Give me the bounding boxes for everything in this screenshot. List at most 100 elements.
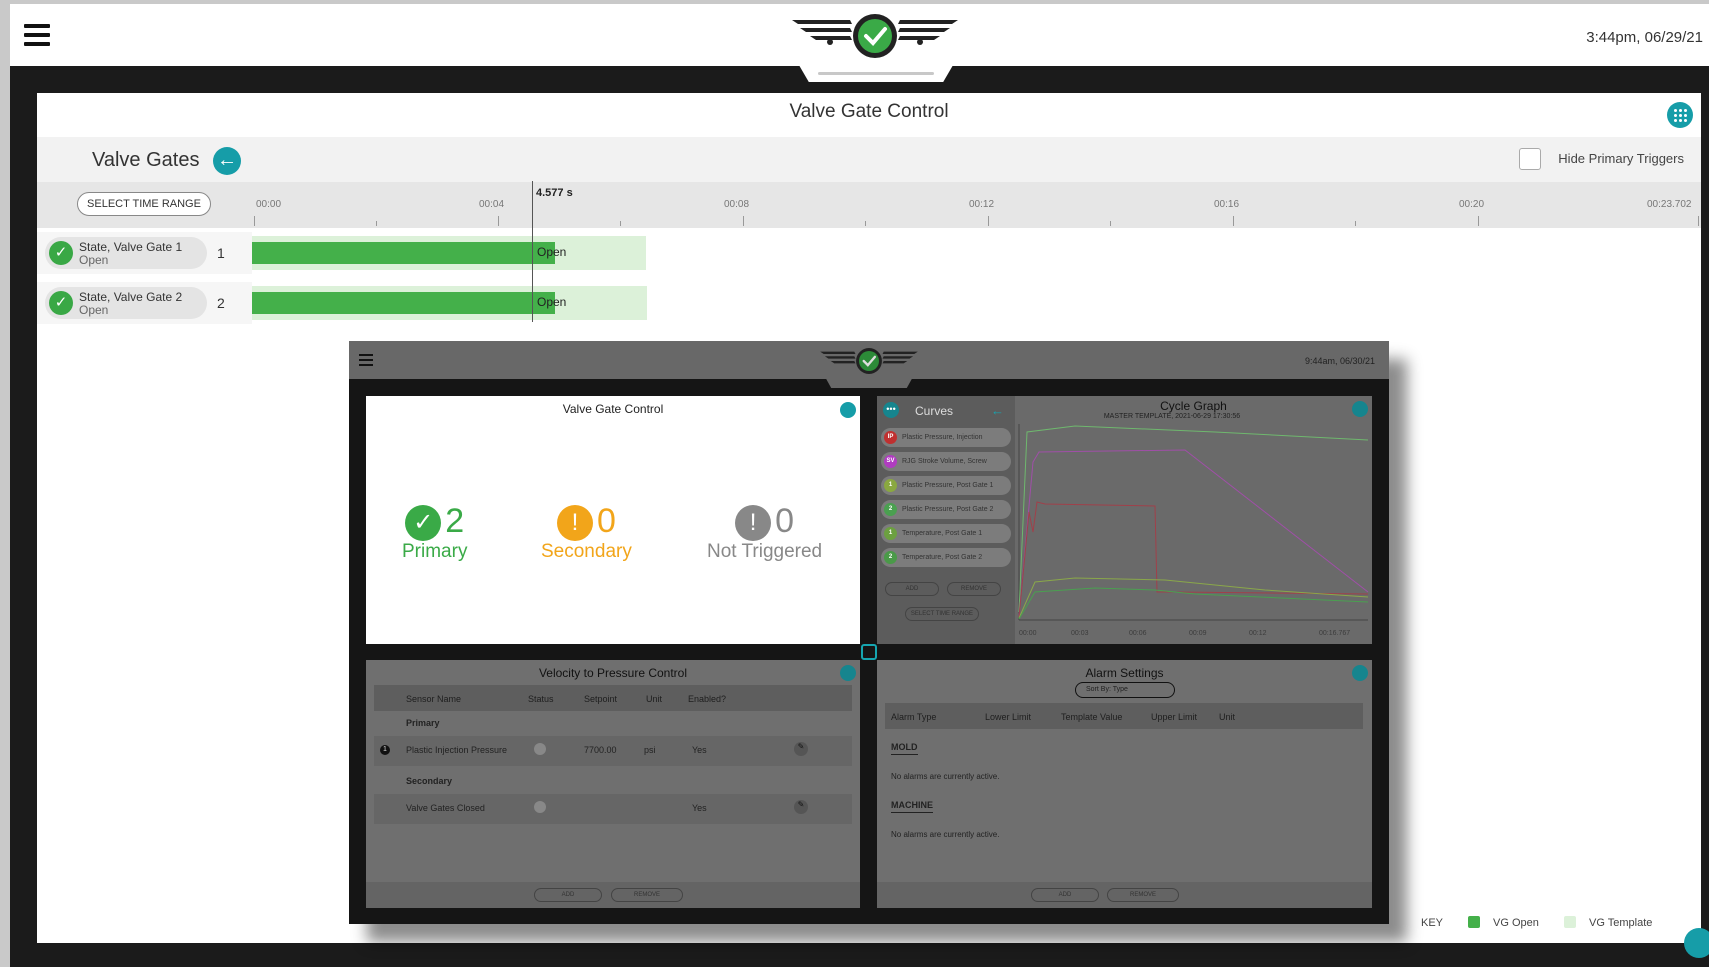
grid-menu-icon[interactable] (1352, 665, 1368, 681)
table-row[interactable]: 1 Plastic Injection Pressure 7700.00 psi… (374, 736, 852, 766)
open-bar[interactable] (252, 242, 555, 264)
tick-label: 00:12 (969, 199, 995, 210)
curve-item[interactable]: 1 Plastic Pressure, Post Gate 1 (881, 476, 1011, 495)
not-triggered-stat: ! 0 Not Triggered (707, 502, 823, 563)
cursor-time-label: 4.577 s (536, 187, 573, 199)
gate-number: 1 (217, 245, 225, 261)
group-label: Primary (406, 718, 440, 728)
info-icon: 1 (380, 745, 390, 755)
card-footer: ADD REMOVE (366, 882, 860, 908)
table-header: Alarm Type Lower Limit Template Value Up… (885, 703, 1363, 729)
time-cursor[interactable] (532, 181, 533, 322)
card-title: Valve Gate Control (562, 402, 664, 416)
gate-chip[interactable]: ✓ State, Valve Gate 2 Open (45, 287, 207, 319)
cycle-graph-plot (1018, 424, 1369, 621)
empty-message: No alarms are currently active. (891, 772, 1000, 781)
velocity-pressure-card: Velocity to Pressure Control Sensor Name… (366, 660, 860, 908)
graph-title: Cycle Graph (1160, 399, 1227, 413)
menu-icon[interactable] (24, 24, 50, 46)
tick-label: 00:00 (256, 199, 282, 210)
tick-label: 00:16 (1214, 199, 1240, 210)
logo-tab[interactable] (796, 60, 956, 82)
cycle-graph-card: Curves ••• ← IP Plastic Pressure, Injecti… (877, 396, 1372, 644)
remove-curve-button[interactable]: REMOVE (947, 582, 1001, 596)
more-icon[interactable]: ••• (883, 402, 899, 418)
legend-swatch-open (1468, 916, 1480, 928)
curve-item[interactable]: 2 Temperature, Post Gate 2 (881, 548, 1011, 567)
panel-title: Valve Gate Control (789, 101, 949, 122)
back-arrow-icon[interactable]: ← (213, 147, 241, 175)
back-arrow-icon[interactable]: ← (991, 403, 1004, 418)
gate-name: State, Valve Gate 1 (79, 240, 183, 254)
warning-icon: ! (556, 505, 593, 542)
empty-message: No alarms are currently active. (891, 830, 1000, 839)
table-header: Sensor Name Status Setpoint Unit Enabled… (374, 685, 852, 711)
remove-button[interactable]: REMOVE (611, 888, 683, 902)
gate-row: ✓ State, Valve Gate 2 Open 2 Open (37, 282, 1701, 324)
sort-dropdown[interactable]: Sort By: Type (1075, 682, 1175, 698)
add-button[interactable]: ADD (1031, 888, 1099, 902)
curve-item[interactable]: 1 Temperature, Post Gate 1 (881, 524, 1011, 543)
logo-icon (820, 348, 918, 374)
menu-icon[interactable] (359, 354, 373, 369)
open-bar[interactable] (252, 292, 555, 314)
primary-stat: ✓ 2 Primary (402, 502, 468, 563)
bar-label: Open (537, 295, 567, 309)
bar-label: Open (537, 245, 567, 259)
check-icon: ✓ (405, 505, 442, 542)
check-icon: ✓ (49, 291, 73, 315)
hide-primary-checkbox[interactable] (1519, 148, 1541, 170)
top-bar: 3:44pm, 06/29/21 (10, 4, 1709, 82)
section-title: Valve Gates (92, 149, 200, 171)
embedded-clock: 9:44am, 06/30/21 (1304, 356, 1375, 366)
fullscreen-icon[interactable] (1684, 928, 1709, 958)
logo-icon (792, 14, 958, 58)
gate-state: Open (79, 303, 109, 317)
add-button[interactable]: ADD (534, 888, 602, 902)
alarm-settings-card: Alarm Settings Sort By: Type Alarm Type … (877, 660, 1372, 908)
table-row[interactable]: Valve Gates Closed Yes ✎ (374, 794, 852, 824)
tick-label: 00:20 (1459, 199, 1485, 210)
select-time-range-button[interactable]: SELECT TIME RANGE (905, 607, 979, 621)
legend-label-open: VG Open (1493, 917, 1539, 929)
group-label: Secondary (406, 776, 453, 786)
grid-menu-icon[interactable] (1667, 102, 1693, 128)
gate-state: Open (79, 253, 109, 267)
curve-item[interactable]: SV RJG Stroke Volume, Screw (881, 452, 1011, 471)
curves-title: Curves (915, 404, 954, 418)
group-label: MOLD (891, 742, 918, 755)
check-icon: ✓ (49, 241, 73, 265)
fullscreen-icon[interactable] (861, 644, 877, 660)
graph-subtitle: MASTER TEMPLATE, 2021-06-29 17:30:56 (1103, 413, 1241, 420)
grid-menu-icon[interactable] (840, 665, 856, 681)
legend: KEY VG Open VG Template (1421, 903, 1701, 943)
embedded-screenshot: 9:44am, 06/30/21 Valve Gate Control ✓ 2 P… (349, 341, 1389, 924)
curve-item[interactable]: IP Plastic Pressure, Injection (881, 428, 1011, 447)
legend-swatch-template (1564, 916, 1576, 928)
card-title: Alarm Settings (1085, 666, 1164, 680)
status-indicator (534, 801, 546, 813)
gate-chip[interactable]: ✓ State, Valve Gate 1 Open (45, 237, 207, 269)
select-time-range-button[interactable]: SELECT TIME RANGE (77, 192, 211, 216)
edit-icon: ✎ (794, 800, 808, 814)
legend-title: KEY (1421, 917, 1444, 929)
tick-label: 00:04 (479, 199, 505, 210)
clock: 3:44pm, 06/29/21 (1586, 29, 1703, 46)
add-curve-button[interactable]: ADD (885, 582, 939, 596)
hide-primary-label: Hide Primary Triggers (1558, 151, 1684, 166)
gate-name: State, Valve Gate 2 (79, 290, 183, 304)
curve-item[interactable]: 2 Plastic Pressure, Post Gate 2 (881, 500, 1011, 519)
tick-label: 00:08 (724, 199, 750, 210)
filter-bar: Hide Primary Triggers (252, 137, 1701, 182)
grid-menu-icon[interactable] (1352, 401, 1368, 417)
vgc-summary-card: Valve Gate Control ✓ 2 Primary ! 0 Seconda… (366, 396, 860, 644)
warning-icon: ! (735, 505, 772, 542)
remove-button[interactable]: REMOVE (1107, 888, 1179, 902)
timeline-axis-bar: SELECT TIME RANGE 00:00 00:04 00:08 00:1… (37, 182, 1701, 228)
curves-sidebar: Curves ••• ← IP Plastic Pressure, Injecti… (877, 396, 1015, 644)
edit-icon: ✎ (794, 742, 808, 756)
tick-label: 00:23.702 (1647, 199, 1692, 210)
card-title: Velocity to Pressure Control (538, 666, 688, 680)
card-footer: ADD REMOVE (877, 882, 1372, 908)
grid-menu-icon[interactable] (840, 402, 856, 418)
